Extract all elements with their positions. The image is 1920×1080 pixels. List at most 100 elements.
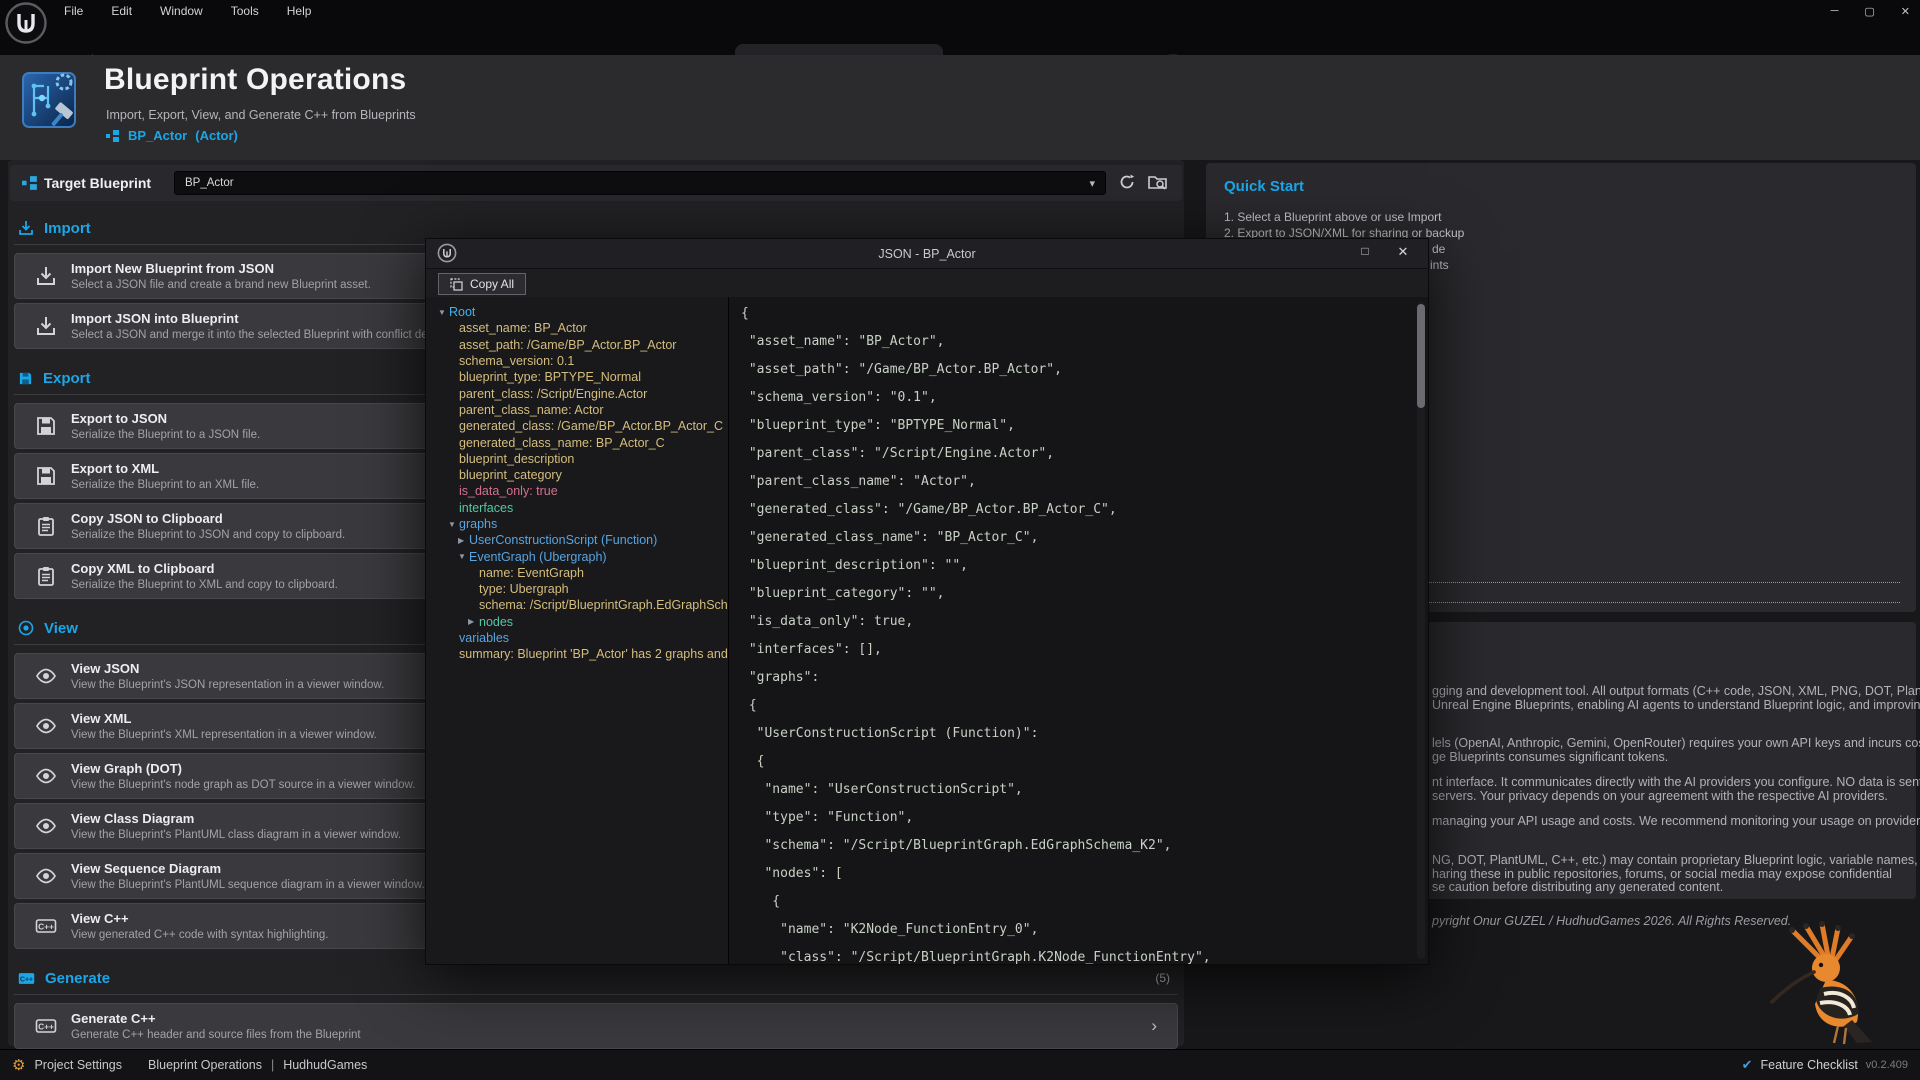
target-blueprint-dropdown[interactable]: BP_Actor ▾ <box>174 171 1106 195</box>
json-tree-pane[interactable]: ▼ Root asset_name: BP_Actor asset_path: … <box>426 297 729 964</box>
eye-icon <box>35 865 57 887</box>
menu-item[interactable]: Help <box>287 4 312 18</box>
tree-expander-icon[interactable]: ▼ <box>448 520 459 529</box>
tree-row-label: parent_class_name: Actor <box>459 403 604 417</box>
json-code-line: "name": "K2Node_FunctionEntry_0", <box>741 916 1408 944</box>
scrollbar-track[interactable] <box>1417 302 1425 959</box>
json-code-line: "generated_class_name": "BP_Actor_C", <box>741 524 1408 552</box>
button-title: Copy XML to Clipboard <box>71 561 338 576</box>
tree-row-label: blueprint_type: BPTYPE_Normal <box>459 370 641 384</box>
tree-expander-icon[interactable]: ▶ <box>458 536 469 545</box>
tree-row[interactable]: ▼ EventGraph (Ubergraph) <box>426 548 728 564</box>
tree-row[interactable]: ▼ graphs <box>426 516 728 532</box>
disclaimer-text-fragment: ge Blueprints consumes significant token… <box>1432 750 1668 764</box>
tree-row[interactable]: ▼ Root <box>426 304 728 320</box>
tree-row[interactable]: asset_name: BP_Actor <box>426 320 728 336</box>
scrollbar-thumb[interactable] <box>1417 304 1425 408</box>
eye-icon <box>35 665 57 687</box>
menu-item[interactable]: File <box>64 4 83 18</box>
modal-titlebar[interactable]: JSON - BP_Actor □ ✕ <box>426 239 1428 269</box>
import-section-icon <box>18 220 34 236</box>
tree-row-label: asset_path: /Game/BP_Actor.BP_Actor <box>459 338 676 352</box>
cpp-icon: C++ <box>35 915 57 937</box>
browse-to-asset-icon[interactable] <box>1148 173 1170 193</box>
minimize-button[interactable]: ─ <box>1831 5 1839 17</box>
tree-row[interactable]: name: EventGraph <box>426 565 728 581</box>
tree-row-label: EventGraph (Ubergraph) <box>469 550 607 564</box>
tree-expander-icon[interactable]: ▼ <box>438 308 449 317</box>
json-viewer-modal: JSON - BP_Actor □ ✕ Copy All ▼ Root asse… <box>425 238 1429 965</box>
version-label: v0.2.409 <box>1866 1059 1908 1071</box>
button-title: Export to XML <box>71 461 259 476</box>
tree-row[interactable]: generated_class: /Game/BP_Actor.BP_Actor… <box>426 418 728 434</box>
tree-row-label: nodes <box>479 615 513 629</box>
menu-item[interactable]: Tools <box>231 4 259 18</box>
tree-row[interactable]: parent_class_name: Actor <box>426 402 728 418</box>
import-icon <box>35 265 57 287</box>
tree-expander-icon[interactable]: ▼ <box>458 552 469 561</box>
close-button[interactable]: ✕ <box>1901 5 1910 18</box>
refresh-icon[interactable] <box>1118 173 1140 193</box>
unreal-engine-logo-icon[interactable] <box>5 2 47 44</box>
button-description: View the Blueprint's PlantUML sequence d… <box>71 879 425 891</box>
json-code-line: "parent_class_name": "Actor", <box>741 468 1408 496</box>
maximize-button[interactable]: ▢ <box>1864 5 1874 18</box>
blueprint-class-icon <box>106 130 120 142</box>
tree-row-label: graphs <box>459 517 497 531</box>
tree-row[interactable]: asset_path: /Game/BP_Actor.BP_Actor <box>426 337 728 353</box>
status-project-settings[interactable]: Project Settings <box>34 1058 122 1072</box>
page-subtitle: Import, Export, View, and Generate C++ f… <box>106 108 416 122</box>
tree-row[interactable]: schema: /Script/BlueprintGraph.EdGraphSc… <box>426 597 728 613</box>
tree-row[interactable]: interfaces <box>426 500 728 516</box>
button-title: Generate C++ <box>71 1011 361 1026</box>
json-code-line: "UserConstructionScript (Function)": <box>741 720 1408 748</box>
status-bar: ⚙ Project Settings Blueprint Operations … <box>0 1049 1920 1080</box>
tree-row-label: interfaces <box>459 501 513 515</box>
generate-count-badge: (5) <box>1155 971 1180 985</box>
tree-row[interactable]: type: Ubergraph <box>426 581 728 597</box>
json-code-pane[interactable]: { "asset_name": "BP_Actor", "asset_path"… <box>729 297 1428 964</box>
menu-item[interactable]: Window <box>160 4 203 18</box>
check-icon: ✔ <box>1742 1057 1753 1073</box>
import-icon <box>35 315 57 337</box>
clipboard-icon <box>35 515 57 537</box>
hudhud-bird-logo <box>1758 920 1880 1046</box>
disclaimer-text-fragment: haring these in public repositories, for… <box>1432 867 1892 881</box>
svg-text:C++: C++ <box>38 922 54 932</box>
copy-all-button[interactable]: Copy All <box>438 273 526 295</box>
button-description: Select a JSON file and create a brand ne… <box>71 279 371 291</box>
tree-row[interactable]: blueprint_category <box>426 467 728 483</box>
tree-row[interactable]: ▶ UserConstructionScript (Function) <box>426 532 728 548</box>
tree-row[interactable]: ▶ nodes <box>426 614 728 630</box>
disclaimer-text-fragment: Unreal Engine Blueprints, enabling AI ag… <box>1432 698 1920 712</box>
target-blueprint-row: Target Blueprint BP_Actor ▾ <box>10 165 1182 201</box>
blueprint-operations-icon <box>20 68 84 132</box>
feature-checklist-label[interactable]: Feature Checklist <box>1761 1058 1858 1072</box>
tree-row[interactable]: parent_class: /Script/Engine.Actor <box>426 385 728 401</box>
tree-expander-icon[interactable]: ▶ <box>468 617 479 626</box>
tree-row-label: variables <box>459 631 509 645</box>
tree-row-label: schema: /Script/BlueprintGraph.EdGraphSc… <box>479 598 729 612</box>
tree-row-label: blueprint_category <box>459 468 562 482</box>
tree-row[interactable]: schema_version: 0.1 <box>426 353 728 369</box>
gear-icon: ⚙ <box>12 1056 25 1074</box>
tree-row[interactable]: summary: Blueprint 'BP_Actor' has 2 grap… <box>426 646 728 662</box>
operation-button[interactable]: C++ Generate C++ Generate C++ header and… <box>14 1003 1178 1049</box>
tree-row[interactable]: is_data_only: true <box>426 483 728 499</box>
quick-start-step-fragment: de <box>1432 242 1445 256</box>
tree-row[interactable]: variables <box>426 630 728 646</box>
tree-row[interactable]: blueprint_type: BPTYPE_Normal <box>426 369 728 385</box>
button-title: Import New Blueprint from JSON <box>71 261 371 276</box>
status-blueprint-operations[interactable]: Blueprint Operations <box>148 1058 262 1072</box>
modal-close-icon[interactable]: ✕ <box>1392 244 1414 264</box>
modal-maximize-icon[interactable]: □ <box>1354 244 1376 264</box>
button-description: Serialize the Blueprint to a JSON file. <box>71 429 260 441</box>
tree-row[interactable]: blueprint_description <box>426 451 728 467</box>
disclaimer-text-fragment: NG, DOT, PlantUML, C++, etc.) may contai… <box>1432 853 1920 867</box>
tree-row[interactable]: generated_class_name: BP_Actor_C <box>426 434 728 450</box>
button-description: Serialize the Blueprint to XML and copy … <box>71 579 338 591</box>
modal-title: JSON - BP_Actor <box>426 247 1428 261</box>
tree-row-label: summary: Blueprint 'BP_Actor' has 2 grap… <box>459 647 729 661</box>
section-title: Generate <box>45 970 110 987</box>
menu-item[interactable]: Edit <box>111 4 132 18</box>
